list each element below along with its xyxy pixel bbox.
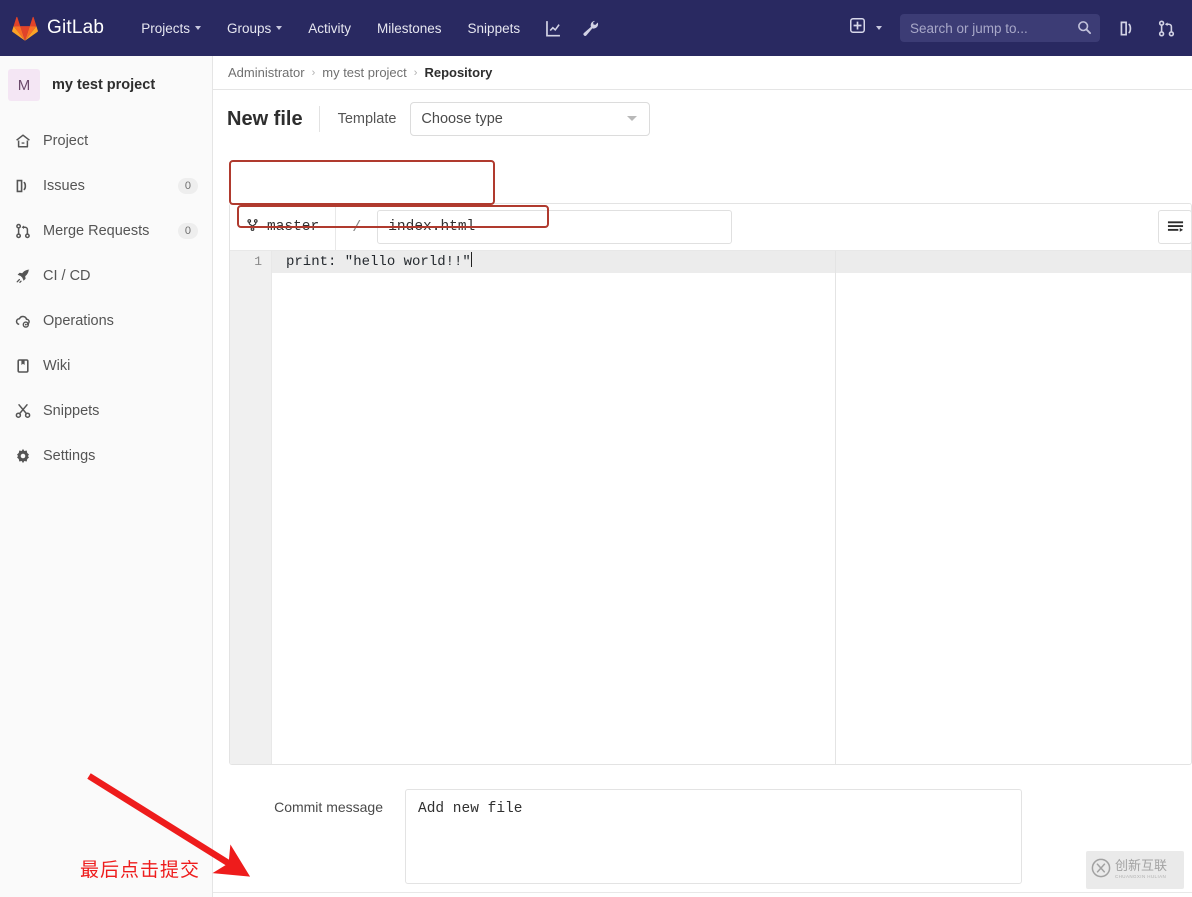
- chevron-down-icon: [194, 26, 201, 30]
- book-icon: [14, 358, 31, 374]
- sidebar-item-label: Snippets: [43, 402, 100, 419]
- sidebar-item-label: Merge Requests: [43, 222, 150, 239]
- chevron-down-icon: [276, 26, 283, 30]
- sidebar-item-label: Wiki: [43, 357, 71, 374]
- search-icon: [1077, 20, 1092, 40]
- line-number: 1: [254, 254, 262, 269]
- project-name: my test project: [52, 77, 156, 93]
- text-cursor: [470, 252, 472, 267]
- nav-link-projects[interactable]: Projects: [128, 0, 214, 56]
- commit-message-row: Commit message: [213, 771, 1192, 884]
- issues-icon[interactable]: [1108, 0, 1147, 56]
- breadcrumb-item-repository: Repository: [424, 65, 493, 80]
- navbar-right: [840, 0, 1192, 56]
- navbar-links: Projects Groups Activity Milestones Snip…: [128, 0, 611, 56]
- search-input[interactable]: [900, 14, 1100, 42]
- gear-icon: [14, 448, 31, 464]
- watermark-text: 创新互联 CHUANGXIN HULIAN: [1115, 860, 1167, 880]
- sidebar-item-snippets[interactable]: Snippets: [0, 388, 212, 433]
- rocket-icon: [14, 268, 31, 284]
- template-type-select[interactable]: Choose type: [410, 102, 651, 136]
- gitlab-tanuki-logo-icon: [12, 16, 38, 41]
- merge-request-icon: [14, 223, 31, 239]
- sidebar-badge-issues: 0: [177, 177, 198, 194]
- sidebar-badge-merge-requests: 0: [177, 222, 198, 239]
- breadcrumb-item-project[interactable]: my test project: [322, 65, 407, 80]
- annotation-note: 最后点击提交: [80, 859, 201, 881]
- commit-message-label: Commit message: [274, 799, 383, 815]
- code-text: print: "hello world!!": [286, 254, 471, 270]
- project-avatar: M: [8, 69, 40, 101]
- sidebar-project-header[interactable]: M my test project: [0, 56, 212, 114]
- nav-link-activity[interactable]: Activity: [295, 0, 364, 56]
- cx-logo-icon: [1091, 858, 1111, 883]
- file-name-input[interactable]: [377, 210, 733, 244]
- code-editor[interactable]: 1 print: "hello world!!": [230, 251, 1191, 764]
- branch-icon: [246, 218, 259, 237]
- header-divider: [318, 106, 320, 132]
- chevron-down-icon: [876, 26, 882, 30]
- new-file-header: New file Template Choose type: [213, 90, 1192, 148]
- top-navbar: GitLab Projects Groups Activity Mileston…: [0, 0, 1192, 56]
- commit-message-input[interactable]: [405, 789, 1022, 884]
- main-content: Administrator › my test project › Reposi…: [213, 56, 1192, 897]
- file-editor-card: master / 1 pr: [229, 203, 1192, 765]
- nav-link-label: Projects: [141, 20, 190, 36]
- breadcrumb-separator: ›: [413, 66, 418, 79]
- file-path-bar: master /: [230, 204, 1191, 251]
- soft-wrap-icon[interactable]: [1158, 210, 1191, 244]
- breadcrumb: Administrator › my test project › Reposi…: [213, 56, 1192, 89]
- chevron-down-icon: [627, 116, 638, 121]
- scissors-icon: [14, 403, 31, 419]
- merge-requests-icon[interactable]: [1147, 0, 1186, 56]
- project-sidebar: M my test project Project Issues 0 Merge…: [0, 56, 213, 897]
- breadcrumb-item-administrator[interactable]: Administrator: [228, 65, 305, 80]
- branch-selector[interactable]: master: [230, 204, 337, 251]
- home-icon: [14, 133, 31, 149]
- path-separator: /: [352, 218, 362, 236]
- sidebar-nav-list: Project Issues 0 Merge Requests 0 CI / C…: [0, 114, 212, 478]
- sidebar-item-project[interactable]: Project: [0, 118, 212, 163]
- brand-home-link[interactable]: GitLab: [0, 16, 104, 41]
- sidebar-item-settings[interactable]: Settings: [0, 433, 212, 478]
- sidebar-item-label: Settings: [43, 447, 96, 464]
- search-box[interactable]: [900, 14, 1100, 42]
- plus-square-icon: [850, 18, 865, 38]
- sidebar-item-ci-cd[interactable]: CI / CD: [0, 253, 212, 298]
- sidebar-item-operations[interactable]: Operations: [0, 298, 212, 343]
- sidebar-item-label: Operations: [43, 312, 114, 329]
- template-selected-value: Choose type: [421, 111, 503, 127]
- watermark-cn: 创新互联: [1115, 859, 1168, 875]
- nav-link-groups[interactable]: Groups: [214, 0, 295, 56]
- nav-link-milestones[interactable]: Milestones: [364, 0, 455, 56]
- breadcrumb-separator: ›: [311, 66, 316, 79]
- issues-icon: [14, 178, 31, 194]
- print-margin-line: [835, 251, 836, 764]
- watermark: 创新互联 CHUANGXIN HULIAN: [1086, 851, 1184, 889]
- wrench-admin-icon[interactable]: [572, 0, 611, 56]
- operations-icon: [14, 313, 31, 329]
- page-title: New file: [227, 107, 303, 130]
- gitlab-new-file-page: GitLab Projects Groups Activity Mileston…: [0, 0, 1192, 897]
- new-item-dropdown[interactable]: [840, 0, 892, 56]
- sidebar-item-issues[interactable]: Issues 0: [0, 163, 212, 208]
- nav-link-snippets[interactable]: Snippets: [455, 0, 534, 56]
- branch-name: master: [267, 219, 320, 235]
- sidebar-item-label: Issues: [43, 177, 85, 194]
- template-label: Template: [337, 111, 397, 127]
- nav-link-label: Groups: [226, 20, 272, 36]
- watermark-en: CHUANGXIN HULIAN: [1115, 874, 1167, 880]
- form-divider: [213, 892, 1192, 893]
- sidebar-item-wiki[interactable]: Wiki: [0, 343, 212, 388]
- brand-text: GitLab: [47, 17, 105, 38]
- sidebar-item-label: CI / CD: [43, 267, 91, 284]
- sidebar-item-label: Project: [43, 132, 89, 149]
- code-line-1[interactable]: print: "hello world!!": [286, 251, 472, 273]
- sidebar-item-merge-requests[interactable]: Merge Requests 0: [0, 208, 212, 253]
- line-number-gutter: 1: [230, 251, 272, 764]
- analytics-chart-icon[interactable]: [533, 0, 572, 56]
